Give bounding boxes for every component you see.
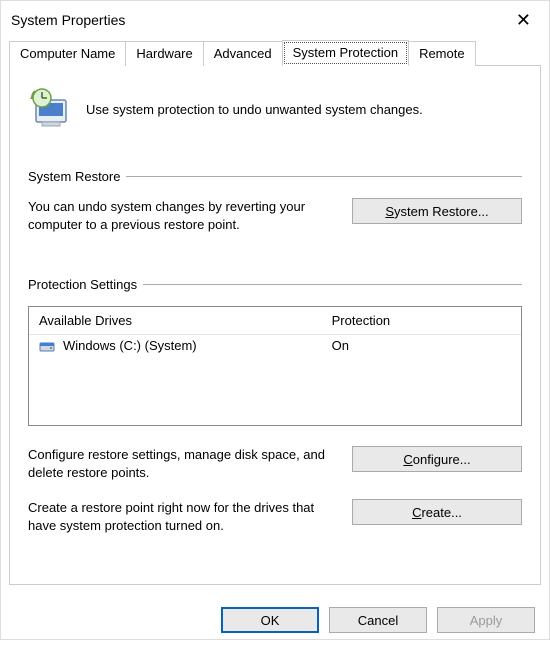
window-title: System Properties (11, 12, 125, 28)
tab-hardware[interactable]: Hardware (125, 41, 203, 66)
configure-desc: Configure restore settings, manage disk … (28, 446, 338, 481)
divider (126, 176, 522, 177)
divider (143, 284, 522, 285)
tab-advanced[interactable]: Advanced (203, 41, 283, 66)
ok-button[interactable]: OK (221, 607, 319, 633)
intro-block: Use system protection to undo unwanted s… (28, 82, 522, 141)
close-icon[interactable]: ✕ (510, 10, 537, 31)
create-desc: Create a restore point right now for the… (28, 499, 338, 534)
drives-header: Available Drives Protection (29, 307, 521, 335)
tab-system-protection[interactable]: System Protection (282, 40, 410, 66)
dialog-footer: OK Cancel Apply (1, 593, 549, 647)
apply-button[interactable]: Apply (437, 607, 535, 633)
cancel-button[interactable]: Cancel (329, 607, 427, 633)
system-protection-panel: Use system protection to undo unwanted s… (9, 65, 541, 585)
drive-row[interactable]: Windows (C:) (System) On (29, 335, 521, 356)
column-header-protection[interactable]: Protection (332, 313, 511, 328)
tab-computer-name[interactable]: Computer Name (9, 41, 126, 66)
drives-list[interactable]: Available Drives Protection Windows (C:)… (28, 306, 522, 426)
group-protection-settings: Protection Settings (28, 277, 522, 292)
column-header-drives[interactable]: Available Drives (39, 313, 332, 328)
drive-icon (39, 339, 57, 353)
drive-name: Windows (C:) (System) (63, 338, 332, 353)
create-button[interactable]: Create... (352, 499, 522, 525)
tab-remote[interactable]: Remote (408, 41, 476, 66)
system-restore-desc: You can undo system changes by reverting… (28, 198, 338, 233)
title-bar: System Properties ✕ (1, 1, 549, 39)
system-protection-icon (28, 86, 72, 133)
drive-protection-status: On (332, 338, 511, 353)
group-system-restore: System Restore (28, 169, 522, 184)
intro-text: Use system protection to undo unwanted s… (86, 102, 423, 117)
tab-strip: Computer Name Hardware Advanced System P… (9, 39, 541, 65)
group-label-protection-settings: Protection Settings (28, 277, 137, 292)
configure-button[interactable]: Configure... (352, 446, 522, 472)
system-restore-button[interactable]: System Restore... (352, 198, 522, 224)
group-label-system-restore: System Restore (28, 169, 120, 184)
